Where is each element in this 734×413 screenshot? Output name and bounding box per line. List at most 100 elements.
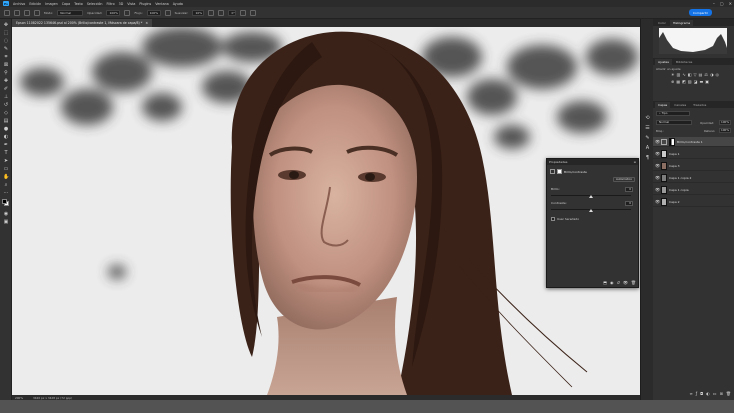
menu-texto[interactable]: Texto bbox=[74, 2, 83, 6]
eye-icon[interactable]: 👁 bbox=[655, 199, 660, 204]
layer-row[interactable]: 👁 Capa 1 copia 2 bbox=[653, 173, 734, 183]
auto-button[interactable]: Automático bbox=[612, 177, 635, 182]
threshold-icon[interactable]: ◪ bbox=[694, 79, 698, 84]
properties-panel-icon[interactable]: ☰ bbox=[644, 125, 651, 132]
minimize-icon[interactable]: – bbox=[713, 1, 715, 6]
posterize-icon[interactable]: ▨ bbox=[688, 79, 692, 84]
blend-mode-select[interactable]: Normal bbox=[656, 120, 692, 125]
blur-tool-icon[interactable]: ● bbox=[3, 126, 9, 132]
legacy-checkbox[interactable] bbox=[551, 217, 555, 221]
brightness-input[interactable]: 0 bbox=[625, 187, 633, 192]
layer-row[interactable]: 👁 Brillo/contraste 1 bbox=[653, 137, 734, 147]
reset-icon[interactable]: ↺ bbox=[616, 280, 619, 285]
more-tools-icon[interactable]: ⋯ bbox=[3, 190, 9, 196]
mask-icon[interactable] bbox=[557, 169, 562, 174]
pen-tool-icon[interactable]: ✒ bbox=[3, 142, 9, 148]
shape-tool-icon[interactable]: ▭ bbox=[3, 166, 9, 172]
home-icon[interactable] bbox=[4, 9, 10, 16]
menu-ayuda[interactable]: Ayuda bbox=[173, 2, 183, 6]
opacity-input[interactable]: 100% bbox=[106, 9, 121, 16]
layer-row[interactable]: 👁 Capa 1 copia bbox=[653, 185, 734, 195]
bw-adjust-icon[interactable]: ◑ bbox=[710, 72, 714, 77]
lasso-tool-icon[interactable]: ◌ bbox=[3, 38, 9, 44]
menu-archivo[interactable]: Archivo bbox=[13, 2, 25, 6]
zoom-level[interactable]: 200% bbox=[15, 396, 23, 400]
eye-icon[interactable]: 👁 bbox=[655, 187, 660, 192]
eye-icon[interactable]: 👁 bbox=[655, 163, 660, 168]
symmetry-icon[interactable] bbox=[250, 9, 257, 16]
document-tab[interactable]: Epson 11082022 135646.psd al 200% (Brill… bbox=[12, 19, 153, 27]
pressure-opacity-icon[interactable] bbox=[124, 9, 131, 16]
brush-tool-icon[interactable] bbox=[14, 9, 20, 16]
tab-histogram[interactable]: Histograma bbox=[669, 20, 694, 26]
view-previous-icon[interactable]: ◉ bbox=[610, 280, 614, 285]
flow-input[interactable]: 100% bbox=[146, 9, 161, 16]
history-panel-icon[interactable]: ⟲ bbox=[644, 115, 651, 122]
close-window-icon[interactable]: ✕ bbox=[729, 1, 732, 6]
healing-tool-icon[interactable]: ✚ bbox=[3, 78, 9, 84]
invert-icon[interactable]: ◩ bbox=[682, 79, 686, 84]
angle-input[interactable]: 0° bbox=[228, 9, 237, 16]
quick-mask-icon[interactable]: ◉ bbox=[3, 211, 9, 217]
gradient-map-icon[interactable]: ▬ bbox=[699, 79, 703, 84]
photo-filter-icon[interactable]: ◎ bbox=[715, 72, 719, 77]
share-button[interactable]: Compartir bbox=[688, 9, 712, 16]
gradient-tool-icon[interactable]: ▤ bbox=[3, 118, 9, 124]
menu-capa[interactable]: Capa bbox=[62, 2, 70, 6]
menu-filtro[interactable]: Filtro bbox=[107, 2, 115, 6]
new-adjustment-icon[interactable]: ◐ bbox=[706, 391, 710, 396]
tab-libraries[interactable]: Bibliotecas bbox=[673, 59, 695, 65]
maximize-icon[interactable]: ▢ bbox=[720, 1, 724, 6]
menu-edicion[interactable]: Edición bbox=[29, 2, 41, 6]
brightness-adjust-icon[interactable]: ☀ bbox=[671, 72, 675, 77]
hand-tool-icon[interactable]: ✋ bbox=[3, 174, 9, 180]
contrast-slider[interactable] bbox=[589, 209, 593, 212]
pressure-size-icon[interactable] bbox=[240, 9, 247, 16]
type-tool-icon[interactable]: T bbox=[3, 150, 9, 156]
tab-layers[interactable]: Capas bbox=[655, 102, 671, 108]
background-color-swatch[interactable] bbox=[2, 199, 7, 204]
levels-adjust-icon[interactable]: ▥ bbox=[677, 72, 681, 77]
path-select-tool-icon[interactable]: ➤ bbox=[3, 158, 9, 164]
stamp-tool-icon[interactable]: ⊥ bbox=[3, 94, 9, 100]
move-tool-icon[interactable]: ✥ bbox=[3, 22, 9, 28]
mode-select[interactable]: Normal bbox=[57, 9, 84, 16]
frame-tool-icon[interactable]: ⊠ bbox=[3, 62, 9, 68]
eye-icon[interactable]: 👁 bbox=[655, 151, 660, 156]
airbrush-icon[interactable] bbox=[164, 9, 171, 16]
link-layers-icon[interactable]: ∞ bbox=[689, 391, 692, 396]
menu-plugins[interactable]: Plugins bbox=[139, 2, 151, 6]
eraser-tool-icon[interactable]: ◇ bbox=[3, 110, 9, 116]
layer-row[interactable]: 👁 Capa 3 bbox=[653, 161, 734, 171]
tab-channels[interactable]: Canales bbox=[671, 102, 689, 108]
brush-panel-icon[interactable]: ✎ bbox=[644, 135, 651, 142]
vibrance-adjust-icon[interactable]: ▽ bbox=[694, 72, 697, 77]
menu-imagen[interactable]: Imagen bbox=[45, 2, 57, 6]
brightness-slider[interactable] bbox=[589, 195, 593, 198]
brush-settings-icon[interactable] bbox=[34, 9, 40, 16]
hue-adjust-icon[interactable]: ▤ bbox=[699, 72, 703, 77]
screen-mode-icon[interactable]: ▣ bbox=[3, 219, 9, 225]
add-mask-icon[interactable]: ◘ bbox=[700, 391, 703, 396]
layer-filter-select[interactable]: ⌕ Tipo bbox=[656, 111, 690, 116]
layer-row[interactable]: 👁 Capa 1 bbox=[653, 149, 734, 159]
tab-paths[interactable]: Trazados bbox=[690, 102, 709, 108]
brush-preset-icon[interactable] bbox=[24, 9, 30, 16]
visibility-icon[interactable]: 👁 bbox=[623, 280, 628, 285]
selective-color-icon[interactable]: ▣ bbox=[705, 79, 709, 84]
history-brush-tool-icon[interactable]: ↺ bbox=[3, 102, 9, 108]
exposure-adjust-icon[interactable]: ◧ bbox=[688, 72, 692, 77]
smooth-options-icon[interactable] bbox=[208, 9, 215, 16]
channel-mixer-icon[interactable]: ⊕ bbox=[671, 79, 674, 84]
menu-3d[interactable]: 3D bbox=[119, 2, 124, 6]
quick-select-tool-icon[interactable]: ✎ bbox=[3, 46, 9, 52]
zoom-tool-icon[interactable]: ⌕ bbox=[3, 182, 9, 188]
eye-icon[interactable]: 👁 bbox=[655, 139, 660, 144]
layer-mask-thumb[interactable] bbox=[669, 137, 675, 146]
delete-icon[interactable]: 🗑 bbox=[631, 280, 636, 285]
menu-vista[interactable]: Vista bbox=[127, 2, 135, 6]
eyedropper-tool-icon[interactable]: ⚲ bbox=[3, 70, 9, 76]
layer-row[interactable]: 👁 Capa 2 bbox=[653, 197, 734, 207]
marquee-tool-icon[interactable]: ⬚ bbox=[3, 30, 9, 36]
brush-tool-icon[interactable]: ✐ bbox=[3, 86, 9, 92]
